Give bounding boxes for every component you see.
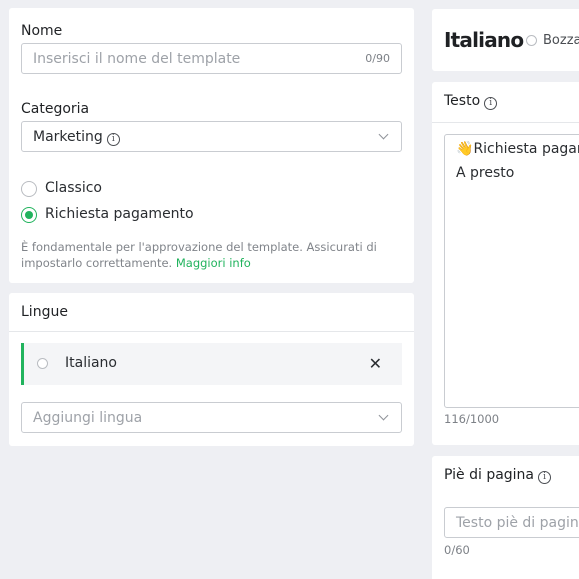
circle-icon <box>37 358 48 369</box>
text-line-2: A presto <box>456 165 515 181</box>
info-icon[interactable]: i <box>484 97 498 110</box>
add-language-placeholder: Aggiungi lingua <box>33 410 143 426</box>
text-char-counter: 116/1000 <box>444 412 500 426</box>
footer-char-counter: 0/60 <box>444 543 470 557</box>
circle-icon <box>526 35 537 46</box>
category-select[interactable]: Marketing i <box>21 121 402 152</box>
add-language-select[interactable]: Aggiungi lingua <box>21 402 402 433</box>
waving-hand-icon: 👋 <box>456 141 474 157</box>
radio-richiesta-pagamento[interactable] <box>21 207 37 223</box>
info-icon[interactable]: i <box>538 471 552 484</box>
text-card: Testo i 👋Richiesta pagam A presto 116/100… <box>432 82 579 445</box>
status-badge: Bozza <box>543 33 579 48</box>
languages-card: Lingue Italiano ✕ Aggiungi lingua <box>9 293 414 446</box>
language-item-label: Italiano <box>65 355 117 371</box>
radio-richiesta-pagamento-label: Richiesta pagamento <box>45 206 194 222</box>
name-input[interactable]: Inserisci il nome del template 0/90 <box>21 43 402 74</box>
info-icon[interactable]: i <box>106 133 120 146</box>
name-input-placeholder: Inserisci il nome del template <box>33 51 241 67</box>
chevron-down-icon <box>378 410 389 421</box>
category-selected: Marketing i <box>33 129 120 146</box>
footer-card: Piè di paginai Testo piè di pagina i 0/6… <box>432 456 579 579</box>
text-label: Testo i <box>444 93 498 110</box>
category-help-text: È fondamentale per l'approvazione del te… <box>21 239 381 271</box>
close-icon[interactable]: ✕ <box>369 354 382 373</box>
languages-divider <box>9 331 414 332</box>
text-line-1: Richiesta pagam <box>473 141 579 157</box>
language-title: Italiano <box>444 28 524 52</box>
radio-classico-label: Classico <box>45 180 102 196</box>
template-details-card: Nome Inserisci il nome del template 0/90… <box>9 8 414 283</box>
text-editor[interactable]: 👋Richiesta pagam A presto <box>444 134 579 408</box>
footer-label: Piè di pagina i <box>444 467 552 484</box>
name-label: Nome <box>21 23 63 39</box>
footer-label-text: Piè di pagina <box>444 467 535 483</box>
name-char-counter: 0/90 <box>365 52 390 65</box>
text-editor-line-1: 👋Richiesta pagam <box>456 141 579 157</box>
category-selected-label: Marketing <box>33 129 103 145</box>
languages-title: Lingue <box>21 304 68 320</box>
chevron-down-icon <box>378 129 389 140</box>
footer-input-placeholder: Testo piè di pagina i <box>456 515 579 531</box>
category-label: Categoria <box>21 101 90 117</box>
text-label-text: Testo <box>444 93 481 109</box>
radio-classico[interactable] <box>21 181 37 197</box>
footer-input[interactable]: Testo piè di pagina i <box>444 507 579 538</box>
language-item[interactable]: Italiano ✕ <box>21 343 402 385</box>
help-link[interactable]: Maggiori info <box>176 256 251 270</box>
language-header-card: Italiano Bozza <box>432 9 579 71</box>
text-divider <box>432 122 579 123</box>
